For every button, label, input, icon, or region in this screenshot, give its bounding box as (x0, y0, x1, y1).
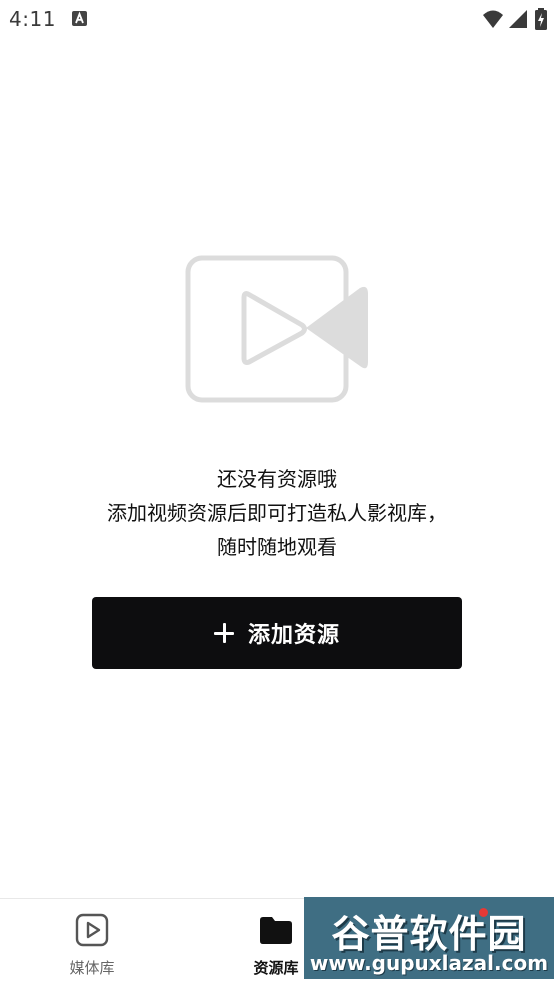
empty-state-description: 添加视频资源后即可打造私人影视库， (107, 501, 447, 525)
watermark-title: 谷普软件园 (331, 912, 527, 956)
wifi-icon (483, 10, 503, 28)
play-square-icon (75, 913, 109, 947)
plus-icon (213, 623, 234, 643)
status-bar: 4:11 (0, 0, 554, 38)
folder-icon (260, 917, 292, 944)
watermark-url: www.gupuxlazal.com (309, 951, 549, 975)
tab-media-library[interactable]: 媒体库 (0, 899, 184, 986)
tab-media-library-label: 媒体库 (69, 959, 115, 977)
empty-state-message: 还没有资源哦 添加视频资源后即可打造私人影视库， 随时随地观看 (0, 462, 554, 564)
add-resource-button[interactable]: 添加资源 (92, 597, 462, 669)
notification-badge (479, 908, 488, 917)
signal-icon (509, 10, 527, 28)
status-time: 4:11 (9, 7, 56, 31)
video-camera-icon (185, 255, 368, 403)
empty-state-title: 还没有资源哦 (217, 467, 337, 491)
watermark-logo: 谷普软件园 www.gupuxlazal.com (304, 897, 554, 979)
a-square-icon (72, 11, 87, 26)
status-icons (482, 8, 548, 30)
empty-state-description-2: 随时随地观看 (217, 535, 337, 559)
battery-charging-icon (535, 8, 547, 30)
add-resource-label: 添加资源 (247, 622, 340, 647)
